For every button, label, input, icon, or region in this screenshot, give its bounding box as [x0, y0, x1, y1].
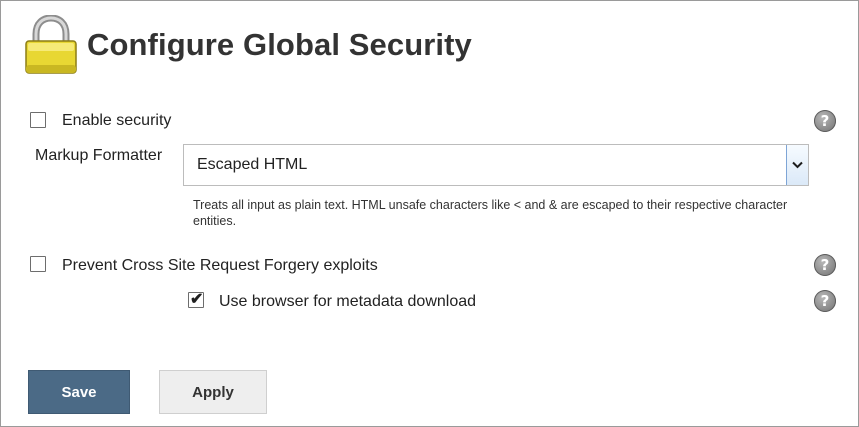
csrf-checkbox[interactable]: ✔ — [30, 256, 46, 272]
markup-formatter-description: Treats all input as plain text. HTML uns… — [193, 198, 788, 228]
csrf-label: Prevent Cross Site Request Forgery explo… — [62, 257, 378, 274]
enable-security-label: Enable security — [62, 112, 172, 129]
markup-formatter-label: Markup Formatter — [35, 147, 163, 164]
metadata-download-checkbox[interactable]: ✔ — [188, 291, 204, 308]
save-button[interactable]: Save — [28, 370, 130, 414]
help-icon-csrf[interactable]: ? — [814, 254, 836, 276]
metadata-download-label: Use browser for metadata download — [219, 293, 477, 310]
chevron-down-icon[interactable] — [786, 145, 808, 185]
help-icon-metadata[interactable]: ? — [814, 290, 836, 312]
checkmark-icon: ✔ — [190, 291, 204, 308]
lock-icon — [25, 15, 77, 74]
page-title: Configure Global Security — [87, 27, 472, 62]
page-header: Configure Global Security — [23, 13, 472, 77]
apply-button[interactable]: Apply — [159, 370, 267, 414]
configure-security-panel: Configure Global Security ✔ Enable secur… — [0, 0, 859, 427]
enable-security-checkbox[interactable]: ✔ — [30, 112, 46, 128]
markup-formatter-selected-value: Escaped HTML — [197, 156, 308, 173]
markup-formatter-select[interactable]: Escaped HTML — [183, 144, 809, 186]
help-icon-enable-security[interactable]: ? — [814, 110, 836, 132]
